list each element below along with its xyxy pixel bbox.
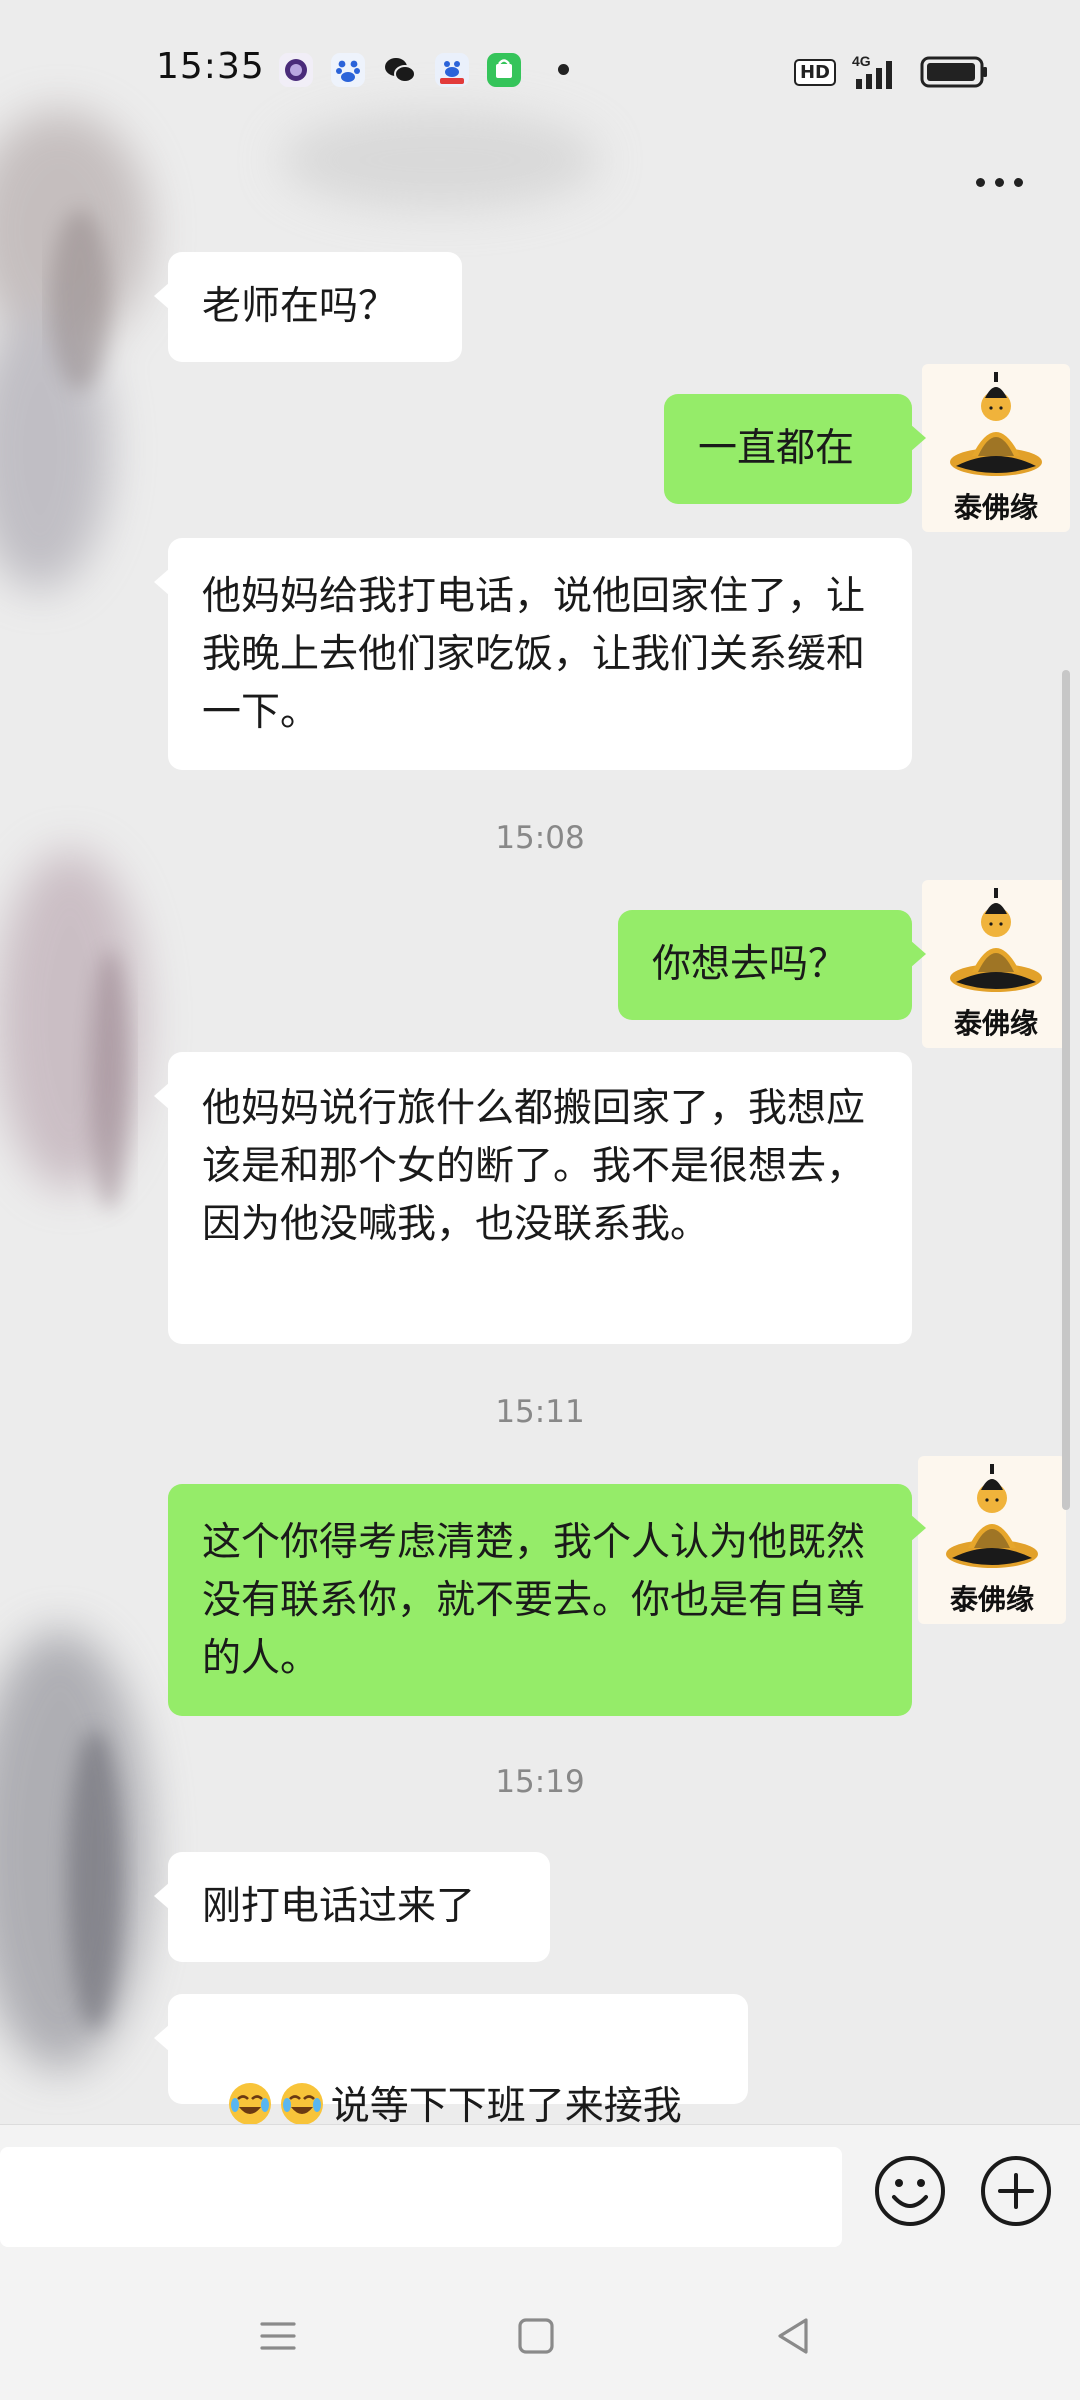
shopping-app-icon	[487, 53, 521, 87]
baidu-map-icon	[435, 53, 469, 87]
avatar[interactable]: 泰佛缘	[922, 364, 1070, 532]
back-triangle-icon[interactable]	[772, 2314, 816, 2358]
crying-laughing-emoji	[228, 2083, 271, 2125]
emoji-icon[interactable]	[872, 2153, 948, 2229]
incoming-message[interactable]: 说等下下班了来接我	[154, 1994, 748, 2129]
avatar-label: 泰佛缘	[953, 1007, 1038, 1040]
input-bar	[0, 2124, 1080, 2271]
avatar[interactable]: 泰佛缘	[918, 1456, 1066, 1624]
outgoing-message[interactable]: 这个你得考虑清楚，我个人认为他既然没有联系你，就不要去。你也是有自尊的人。	[168, 1484, 926, 1716]
outgoing-message[interactable]: 一直都在	[664, 394, 926, 504]
crying-laughing-emoji	[280, 2083, 323, 2125]
status-time: 15:35	[156, 46, 265, 87]
svg-text:4G: 4G	[852, 53, 871, 69]
incoming-message[interactable]: 他妈妈给我打电话，说他回家住了，让我晚上去他们家吃饭，让我们关系缓和一下。	[154, 538, 912, 770]
outgoing-message[interactable]: 你想去吗？	[618, 910, 926, 1020]
buddha-icon	[946, 1464, 1038, 1568]
incoming-message[interactable]: 刚打电话过来了	[154, 1852, 550, 1962]
signal-icon: 4G	[852, 53, 892, 89]
timestamp: 15:08	[495, 820, 585, 856]
system-nav-bar	[0, 2270, 1080, 2400]
avatar[interactable]: 泰佛缘	[922, 880, 1070, 1048]
message-input[interactable]	[0, 2147, 842, 2247]
avatar-label: 泰佛缘	[953, 491, 1038, 524]
menu-icon[interactable]	[256, 2314, 300, 2358]
battery-icon	[920, 56, 987, 88]
buddha-icon	[950, 372, 1042, 476]
wechat-icon	[385, 58, 416, 83]
browser-app-icon	[279, 53, 313, 87]
scrollbar[interactable]	[1062, 670, 1070, 1510]
more-dots-icon[interactable]	[976, 170, 1036, 194]
timestamp: 15:11	[495, 1394, 585, 1430]
baidu-paw-icon	[331, 53, 365, 87]
buddha-icon	[950, 888, 1042, 992]
system-status: HD 4G	[793, 52, 990, 92]
hd-badge-icon: HD	[793, 58, 836, 86]
more-notifications-dot	[558, 64, 569, 75]
incoming-message[interactable]: 老师在吗？	[154, 252, 462, 362]
plus-icon[interactable]	[978, 2153, 1054, 2229]
status-bar: 15:35 HD 4G	[0, 0, 1080, 140]
incoming-message[interactable]: 他妈妈说行旅什么都搬回家了，我想应该是和那个女的断了。我不是很想去，因为他没喊我…	[154, 1052, 912, 1344]
message-text: 说等下下班了来接我	[330, 2084, 682, 2129]
timestamp: 15:19	[495, 1764, 585, 1800]
home-square-icon[interactable]	[514, 2314, 558, 2358]
avatar-label: 泰佛缘	[949, 1583, 1034, 1616]
